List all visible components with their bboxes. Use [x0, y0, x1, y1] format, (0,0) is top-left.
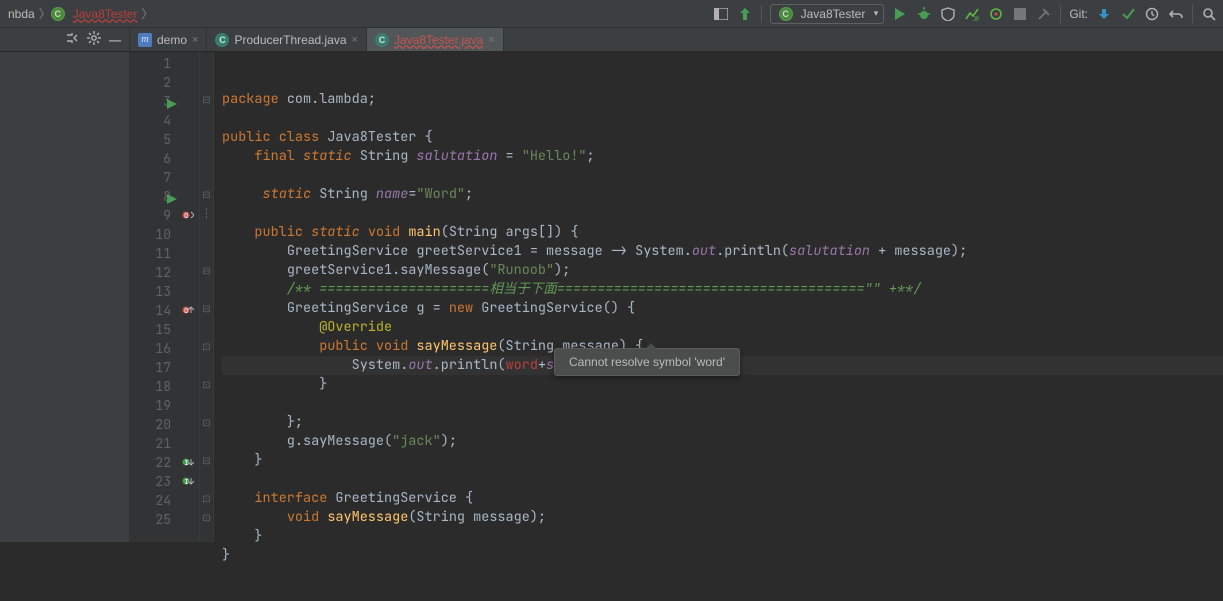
class-icon: C [51, 7, 65, 21]
breadcrumb-item[interactable]: nbda [4, 7, 39, 21]
tab-label: ProducerThread.java [234, 33, 346, 47]
close-icon[interactable]: × [192, 34, 198, 46]
tab-bar: — m demo × C ProducerThread.java × C Jav… [0, 28, 1223, 52]
attach-icon[interactable] [1036, 6, 1052, 22]
breadcrumb[interactable]: nbda 〉 C Java8Tester 〉 [0, 5, 153, 22]
editor[interactable]: 123456789O1011121314O1516171819202122I23… [130, 52, 1223, 542]
git-commit-icon[interactable] [1120, 6, 1136, 22]
breadcrumb-separator: 〉 [141, 5, 153, 22]
collapse-icon[interactable] [65, 31, 79, 48]
breadcrumb-item[interactable]: Java8Tester [69, 7, 142, 21]
error-tooltip: Cannot resolve symbol 'word' [554, 348, 740, 376]
layout-icon[interactable] [713, 6, 729, 22]
top-toolbar: nbda 〉 C Java8Tester 〉 C Java8Tester JR … [0, 0, 1223, 28]
git-history-icon[interactable] [1144, 6, 1160, 22]
gear-icon[interactable] [87, 31, 101, 48]
coverage-icon[interactable] [940, 6, 956, 22]
tab-label: Java8Tester.java [394, 33, 483, 47]
profiler2-icon[interactable] [988, 6, 1004, 22]
tab-producerthread[interactable]: C ProducerThread.java × [207, 28, 367, 51]
tab-label: demo [157, 33, 187, 47]
run-configuration-select[interactable]: C Java8Tester [770, 4, 885, 24]
workspace: 123456789O1011121314O1516171819202122I23… [0, 52, 1223, 542]
git-label: Git: [1069, 7, 1088, 21]
class-icon: C [779, 7, 793, 21]
breadcrumb-separator: 〉 [39, 5, 51, 22]
toolbar-right: C Java8Tester JR Git: [713, 4, 1223, 24]
svg-text:O: O [184, 307, 188, 316]
class-file-icon: C [375, 33, 389, 47]
class-file-icon: C [215, 33, 229, 47]
code-area[interactable]: package com.lambda;public class Java8Tes… [214, 52, 1223, 542]
maven-file-icon: m [138, 33, 152, 47]
close-icon[interactable]: × [488, 34, 494, 46]
tab-java8tester[interactable]: C Java8Tester.java × [367, 28, 504, 51]
divider [1192, 5, 1193, 23]
profiler-icon[interactable]: JR [964, 6, 980, 22]
stop-icon[interactable] [1012, 6, 1028, 22]
svg-text:O: O [184, 212, 188, 221]
debug-icon[interactable] [916, 6, 932, 22]
build-icon[interactable] [737, 6, 753, 22]
divider [1060, 5, 1061, 23]
tab-demo[interactable]: m demo × [130, 28, 207, 51]
gutter[interactable]: 123456789O1011121314O1516171819202122I23… [130, 52, 200, 542]
close-icon[interactable]: × [352, 34, 358, 46]
svg-text:I: I [185, 478, 189, 487]
fold-column[interactable]: ⊟⊟┆⊟⊟⊡⊡⊡⊟⊡⊡ [200, 52, 214, 542]
git-revert-icon[interactable] [1168, 6, 1184, 22]
svg-text:I: I [185, 459, 189, 468]
search-icon[interactable] [1201, 6, 1217, 22]
editor-tabs: m demo × C ProducerThread.java × C Java8… [130, 28, 504, 51]
project-sidebar[interactable] [0, 52, 130, 542]
run-config-label: Java8Tester [801, 7, 866, 21]
hide-icon[interactable]: — [109, 33, 121, 47]
divider [761, 5, 762, 23]
project-tool-icons: — [0, 28, 130, 51]
git-update-icon[interactable] [1096, 6, 1112, 22]
run-icon[interactable] [892, 6, 908, 22]
svg-text:JR: JR [973, 17, 979, 21]
